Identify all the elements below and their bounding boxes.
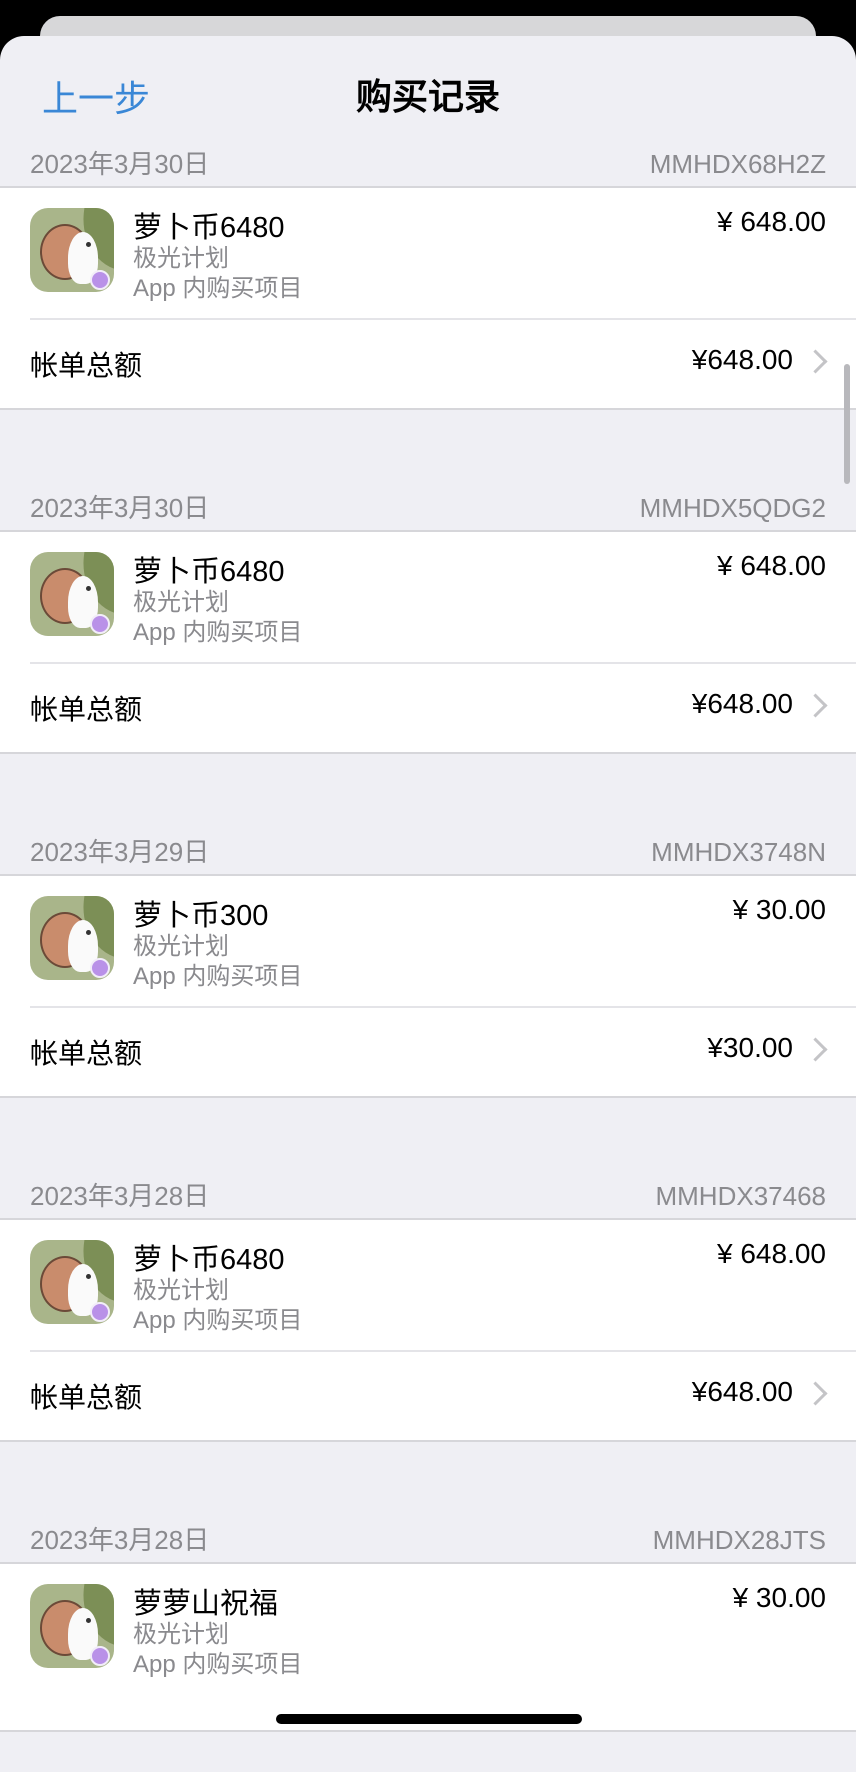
item-type: App 内购买项目	[133, 275, 303, 302]
bill-total-amount: ¥648.00	[691, 1376, 793, 1407]
app-icon	[30, 1240, 114, 1324]
record-card: 萝卜币6480 极光计划 App 内购买项目 ¥ 648.00 帐单总额 ¥64…	[0, 1220, 856, 1442]
record-card: 萝卜币300 极光计划 App 内购买项目 ¥ 30.00 帐单总额 ¥30.0…	[0, 876, 856, 1098]
order-id: MMHDX37468	[655, 1181, 826, 1211]
bill-total-amount: ¥30.00	[707, 1032, 793, 1063]
record-card: 萝萝山祝福 极光计划 App 内购买项目 ¥ 30.00	[0, 1564, 856, 1732]
order-id: MMHDX28JTS	[652, 1525, 826, 1555]
record-header: 2023年3月30日 MMHDX5QDG2	[0, 486, 856, 532]
purchase-item: 萝卜币6480 极光计划 App 内购买项目 ¥ 648.00	[30, 188, 856, 320]
page-title: 购买记录	[355, 76, 500, 117]
app-icon	[30, 208, 114, 292]
bill-total-label: 帐单总额	[30, 1038, 143, 1069]
order-id: MMHDX5QDG2	[639, 493, 826, 523]
item-type: App 内购买项目	[133, 1651, 303, 1678]
record-card: 萝卜币6480 极光计划 App 内购买项目 ¥ 648.00 帐单总额 ¥64…	[0, 188, 856, 410]
purchase-item: 萝卜币6480 极光计划 App 内购买项目 ¥ 648.00	[30, 532, 856, 664]
bill-total-row[interactable]: 帐单总额 ¥30.00	[0, 1008, 856, 1096]
order-id: MMHDX68H2Z	[649, 149, 826, 179]
record-header: 2023年3月29日 MMHDX3748N	[0, 830, 856, 876]
order-id: MMHDX3748N	[651, 837, 826, 867]
record-header: 2023年3月28日 MMHDX37468	[0, 1174, 856, 1220]
bill-total-label: 帐单总额	[30, 350, 143, 381]
purchase-date: 2023年3月28日	[30, 1181, 210, 1211]
bill-total-amount: ¥648.00	[691, 688, 793, 719]
item-price: ¥ 648.00	[717, 206, 826, 237]
purchase-date: 2023年3月30日	[30, 149, 210, 179]
item-price: ¥ 648.00	[717, 550, 826, 581]
purchase-item: 萝卜币300 极光计划 App 内购买项目 ¥ 30.00	[30, 876, 856, 1008]
record-header: 2023年3月28日 MMHDX28JTS	[0, 1518, 856, 1564]
chevron-right-icon	[803, 1381, 828, 1406]
item-type: App 内购买项目	[133, 1307, 303, 1334]
purchase-item: 萝卜币6480 极光计划 App 内购买项目 ¥ 648.00	[30, 1220, 856, 1352]
scrollbar[interactable]	[844, 364, 850, 484]
item-price: ¥ 30.00	[732, 894, 826, 925]
purchase-date: 2023年3月30日	[30, 493, 210, 523]
app-icon	[30, 552, 114, 636]
purchase-date: 2023年3月28日	[30, 1525, 210, 1555]
bill-total-label: 帐单总额	[30, 1382, 143, 1413]
purchase-item: 萝萝山祝福 极光计划 App 内购买项目 ¥ 30.00	[30, 1564, 856, 1730]
item-price: ¥ 648.00	[717, 1238, 826, 1269]
purchase-date: 2023年3月29日	[30, 837, 210, 867]
item-price: ¥ 30.00	[732, 1582, 826, 1613]
app-icon	[30, 1584, 114, 1668]
app-icon	[30, 896, 114, 980]
bill-total-amount: ¥648.00	[691, 344, 793, 375]
record-card: 萝卜币6480 极光计划 App 内购买项目 ¥ 648.00 帐单总额 ¥64…	[0, 532, 856, 754]
navigation-bar: 上一步 购买记录	[0, 36, 856, 142]
chevron-right-icon	[803, 349, 828, 374]
item-type: App 内购买项目	[133, 963, 303, 990]
bill-total-row[interactable]: 帐单总额 ¥648.00	[0, 664, 856, 752]
bill-total-row[interactable]: 帐单总额 ¥648.00	[0, 1352, 856, 1440]
purchase-history-sheet: 上一步 购买记录 2023年3月30日 MMHDX68H2Z 萝卜币6480 极…	[0, 36, 856, 1772]
record-header: 2023年3月30日 MMHDX68H2Z	[0, 142, 856, 188]
bill-total-label: 帐单总额	[30, 694, 143, 725]
home-indicator[interactable]	[276, 1714, 582, 1724]
item-type: App 内购买项目	[133, 619, 303, 646]
chevron-right-icon	[803, 1037, 828, 1062]
purchase-list: 2023年3月30日 MMHDX68H2Z 萝卜币6480 极光计划 App 内…	[0, 142, 856, 1732]
chevron-right-icon	[803, 693, 828, 718]
bill-total-row[interactable]: 帐单总额 ¥648.00	[0, 320, 856, 408]
